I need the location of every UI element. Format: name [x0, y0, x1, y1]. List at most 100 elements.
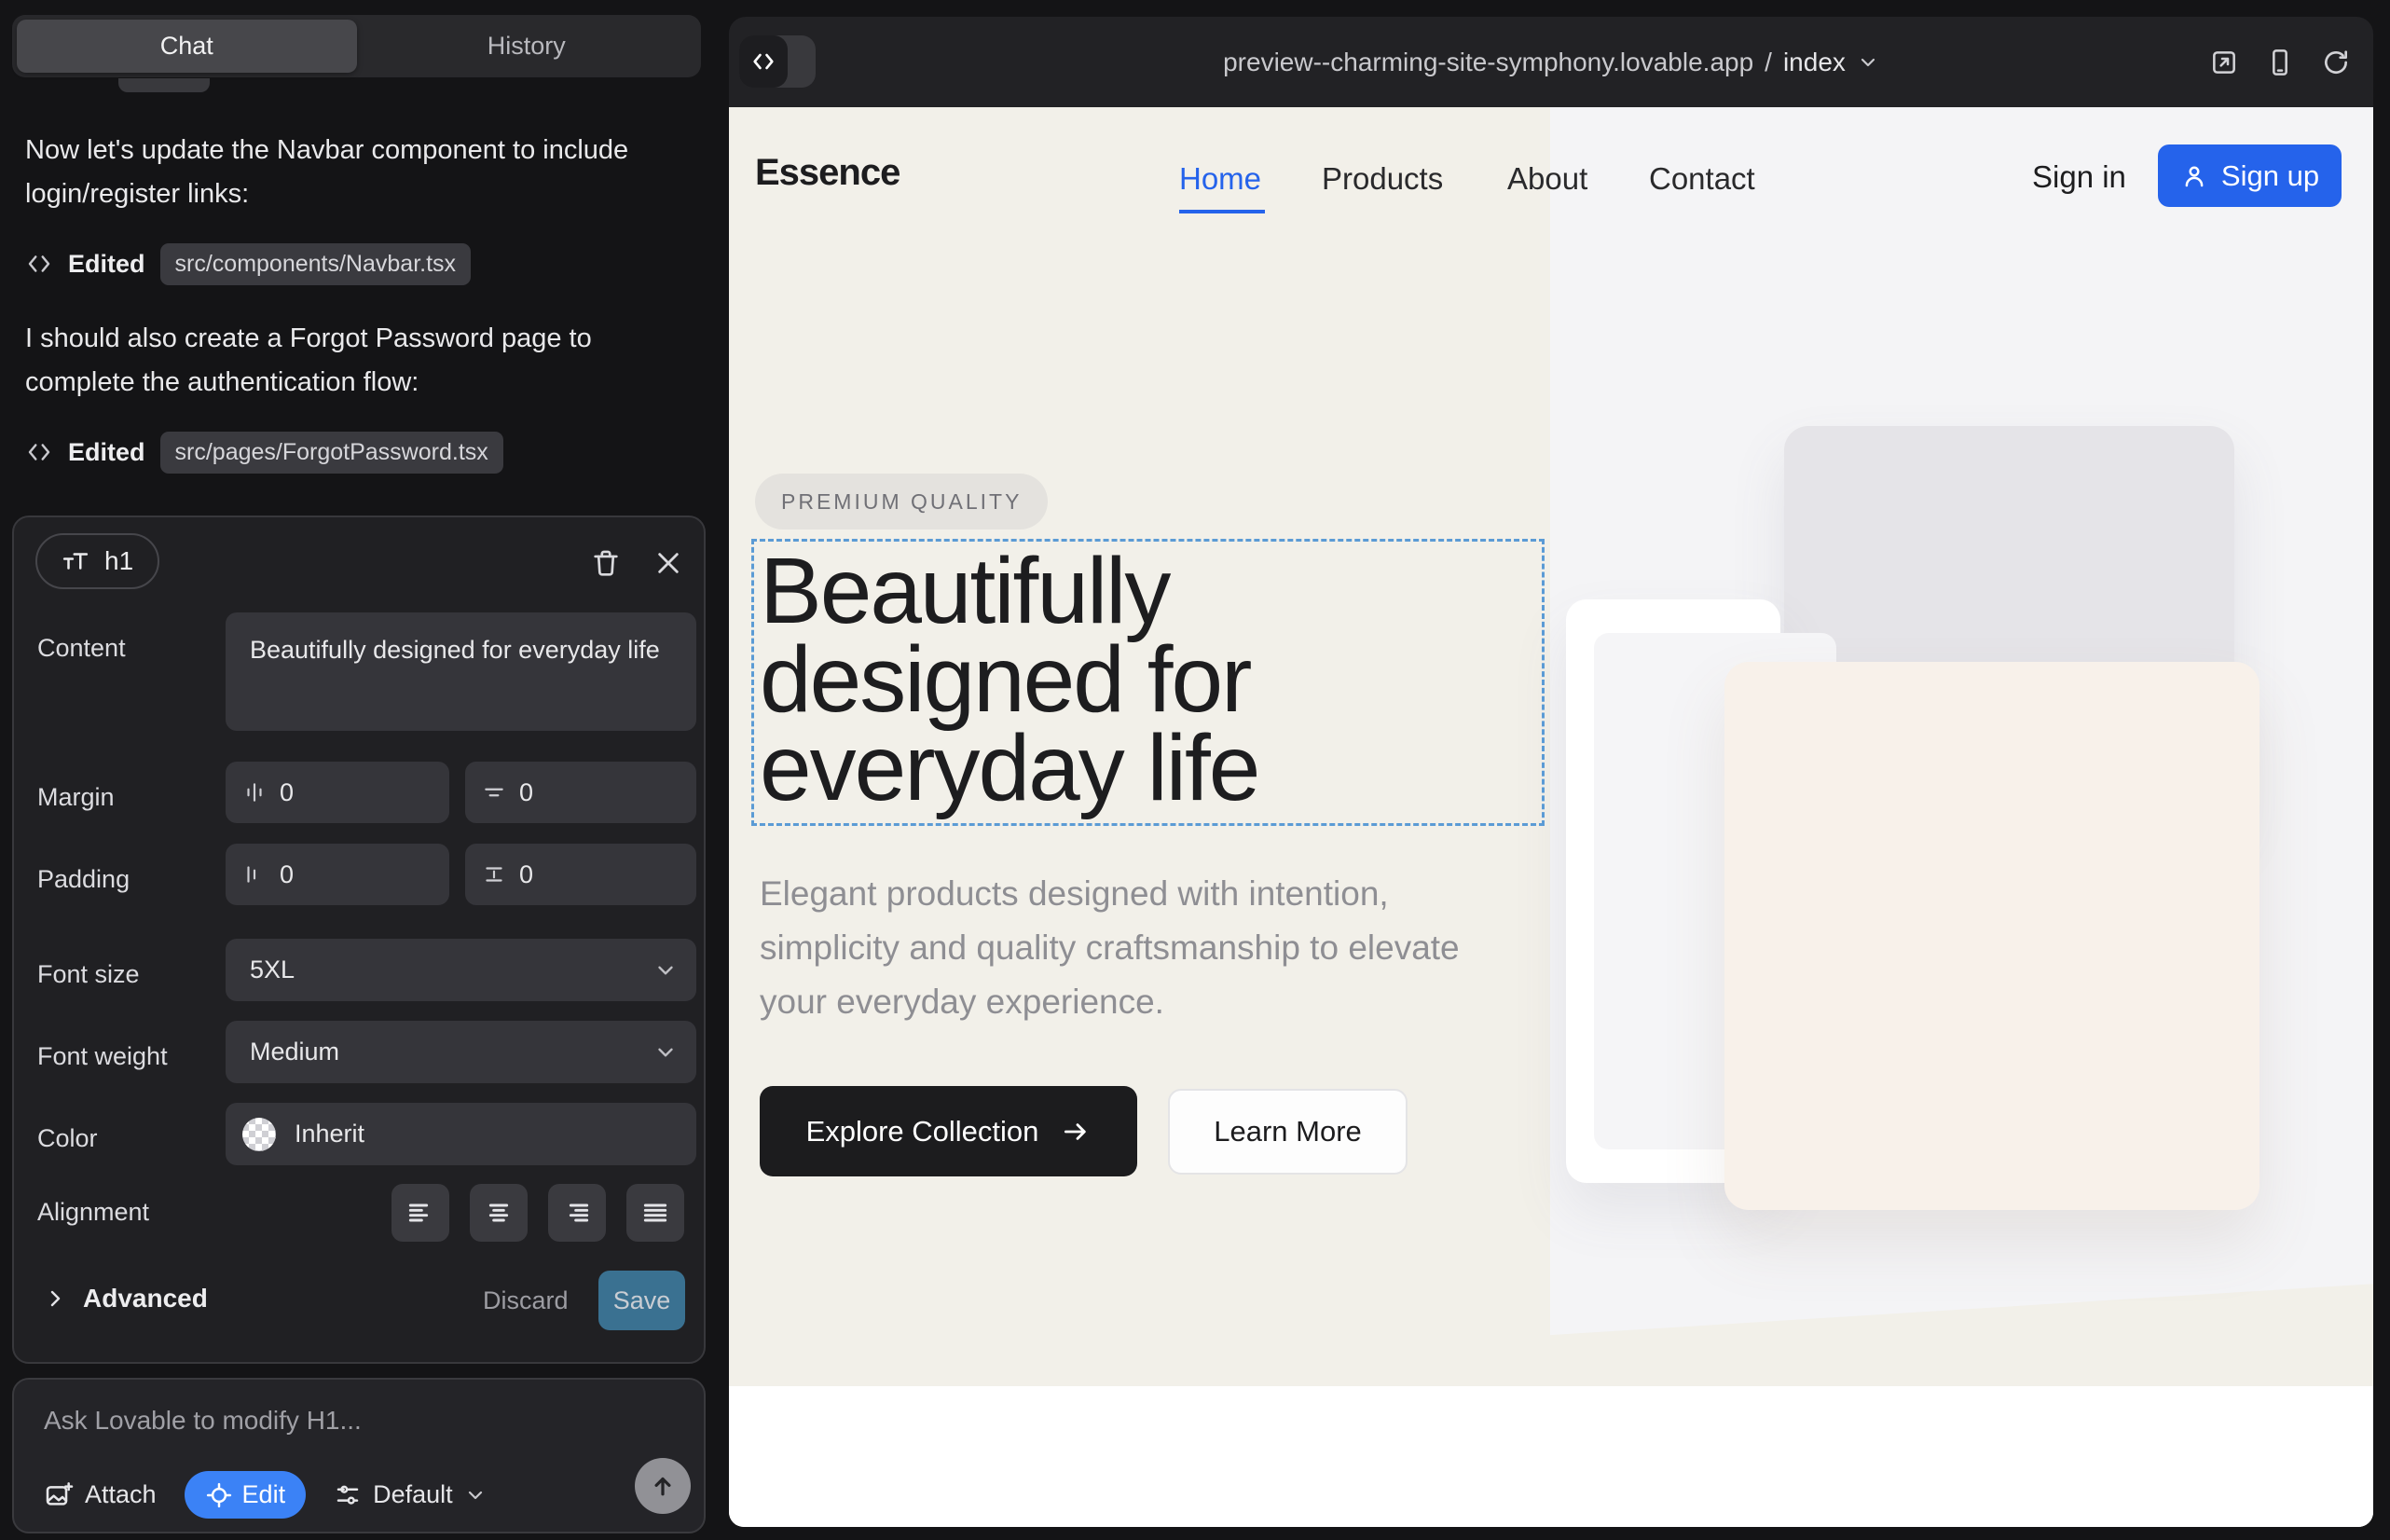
chevron-down-icon[interactable]: [1857, 51, 1879, 74]
url-separator: /: [1765, 48, 1772, 77]
refresh-icon[interactable]: [2321, 48, 2351, 77]
code-icon: [25, 250, 53, 278]
sign-up-button[interactable]: Sign up: [2158, 144, 2342, 207]
edit-label: Edit: [242, 1480, 286, 1509]
sign-up-label: Sign up: [2221, 159, 2319, 193]
preview-browser-frame: preview--charming-site-symphony.lovable.…: [729, 17, 2373, 1527]
edited-label: Edited: [68, 438, 145, 467]
attach-button[interactable]: Attach: [44, 1480, 157, 1510]
edited-file-badge[interactable]: src/components/Navbar.tsx: [160, 243, 472, 285]
user-icon: [2180, 162, 2208, 190]
explore-collection-button[interactable]: Explore Collection: [760, 1086, 1137, 1176]
sliders-icon: [334, 1481, 362, 1509]
padding-x-value: 0: [280, 860, 294, 889]
url-bar[interactable]: preview--charming-site-symphony.lovable.…: [729, 17, 2373, 107]
arrow-up-icon: [649, 1472, 677, 1500]
explore-collection-label: Explore Collection: [806, 1115, 1039, 1148]
edited-file-badge[interactable]: src/pages/ForgotPassword.tsx: [160, 432, 503, 474]
chevron-down-icon: [653, 958, 678, 983]
tab-chat[interactable]: Chat: [17, 20, 357, 73]
margin-y-icon: [482, 780, 506, 804]
hero-heading[interactable]: Beautifully designed for everyday life: [760, 547, 1543, 813]
chevron-down-icon: [653, 1040, 678, 1065]
advanced-toggle[interactable]: Advanced: [44, 1284, 208, 1313]
color-select[interactable]: Inherit: [226, 1103, 696, 1165]
font-weight-select[interactable]: Medium: [226, 1021, 696, 1083]
edit-mode-button[interactable]: Edit: [185, 1471, 307, 1519]
browser-actions: [2209, 17, 2351, 107]
default-mode-selector[interactable]: Default: [334, 1480, 487, 1509]
margin-x-icon: [242, 780, 267, 804]
padding-x-input[interactable]: 0: [226, 844, 449, 905]
site-viewport: Essence Home Products About Contact Sign…: [729, 107, 2373, 1527]
padding-x-icon: [242, 862, 267, 887]
element-editor-panel: h1 Content Beautifully designed for ever…: [12, 516, 706, 1364]
mobile-view-icon[interactable]: [2265, 48, 2295, 77]
nav-link-products[interactable]: Products: [1322, 161, 1443, 197]
font-size-value: 5XL: [250, 956, 295, 984]
align-right-button[interactable]: [548, 1184, 606, 1242]
font-weight-value: Medium: [250, 1038, 339, 1066]
selected-element-pill: h1: [35, 533, 159, 589]
chat-input-toolbar: Attach Edit Default: [44, 1471, 487, 1519]
nav-link-contact[interactable]: Contact: [1649, 161, 1755, 197]
color-value: Inherit: [295, 1120, 364, 1148]
url-domain: preview--charming-site-symphony.lovable.…: [1223, 48, 1753, 77]
arrow-right-icon: [1061, 1117, 1091, 1147]
color-label: Color: [37, 1124, 98, 1153]
scrolled-badge-partial: [118, 78, 210, 92]
color-swatch: [242, 1118, 276, 1151]
margin-x-value: 0: [280, 778, 294, 807]
below-hero-section: [729, 1386, 2373, 1527]
hero-paragraph: Elegant products designed with intention…: [760, 867, 1515, 1029]
font-size-label: Font size: [37, 960, 140, 989]
chat-history-tabs: Chat History: [12, 15, 701, 77]
font-weight-label: Font weight: [37, 1042, 168, 1071]
hero-decor-card-cream: [1724, 662, 2260, 1210]
edited-label: Edited: [68, 250, 145, 279]
edited-file-row[interactable]: Edited src/pages/ForgotPassword.tsx: [25, 429, 503, 475]
open-external-icon[interactable]: [2209, 48, 2239, 77]
margin-y-input[interactable]: 0: [465, 762, 696, 823]
app-root: Chat History Now let's update the Navbar…: [0, 0, 2390, 1540]
send-button[interactable]: [635, 1458, 691, 1514]
tab-history[interactable]: History: [357, 20, 697, 73]
chat-message: Now let's update the Navbar component to…: [25, 129, 687, 216]
nav-link-home[interactable]: Home: [1179, 161, 1261, 197]
padding-y-icon: [482, 862, 506, 887]
close-panel-icon[interactable]: [653, 548, 683, 578]
sign-in-link[interactable]: Sign in: [2032, 159, 2126, 195]
code-icon: [25, 438, 53, 466]
nav-home-underline: [1179, 210, 1265, 213]
content-textarea[interactable]: Beautifully designed for everyday life: [226, 612, 696, 731]
chevron-right-icon: [44, 1287, 66, 1310]
image-icon: [44, 1480, 74, 1510]
save-button[interactable]: Save: [598, 1271, 685, 1330]
nav-link-about[interactable]: About: [1507, 161, 1587, 197]
alignment-group: [391, 1184, 684, 1242]
align-justify-button[interactable]: [626, 1184, 684, 1242]
site-logo[interactable]: Essence: [755, 152, 900, 194]
chat-message: I should also create a Forgot Password p…: [25, 317, 687, 405]
edited-file-row[interactable]: Edited src/components/Navbar.tsx: [25, 241, 471, 287]
padding-y-input[interactable]: 0: [465, 844, 696, 905]
margin-y-value: 0: [519, 778, 533, 807]
font-size-select[interactable]: 5XL: [226, 939, 696, 1001]
delete-element-button[interactable]: [590, 547, 622, 579]
learn-more-button[interactable]: Learn More: [1168, 1089, 1408, 1175]
discard-button[interactable]: Discard: [483, 1286, 569, 1315]
align-center-button[interactable]: [470, 1184, 528, 1242]
chat-input-placeholder[interactable]: Ask Lovable to modify H1...: [44, 1406, 362, 1436]
chevron-down-icon: [464, 1484, 487, 1506]
chat-input-box[interactable]: Ask Lovable to modify H1... Attach Edit …: [12, 1378, 706, 1533]
content-label: Content: [37, 634, 126, 663]
alignment-label: Alignment: [37, 1198, 149, 1227]
type-icon: [62, 547, 89, 575]
url-page: index: [1783, 48, 1846, 77]
align-left-button[interactable]: [391, 1184, 449, 1242]
padding-y-value: 0: [519, 860, 533, 889]
attach-label: Attach: [85, 1480, 157, 1509]
padding-label: Padding: [37, 865, 130, 894]
element-tag-label: h1: [104, 546, 133, 576]
margin-x-input[interactable]: 0: [226, 762, 449, 823]
